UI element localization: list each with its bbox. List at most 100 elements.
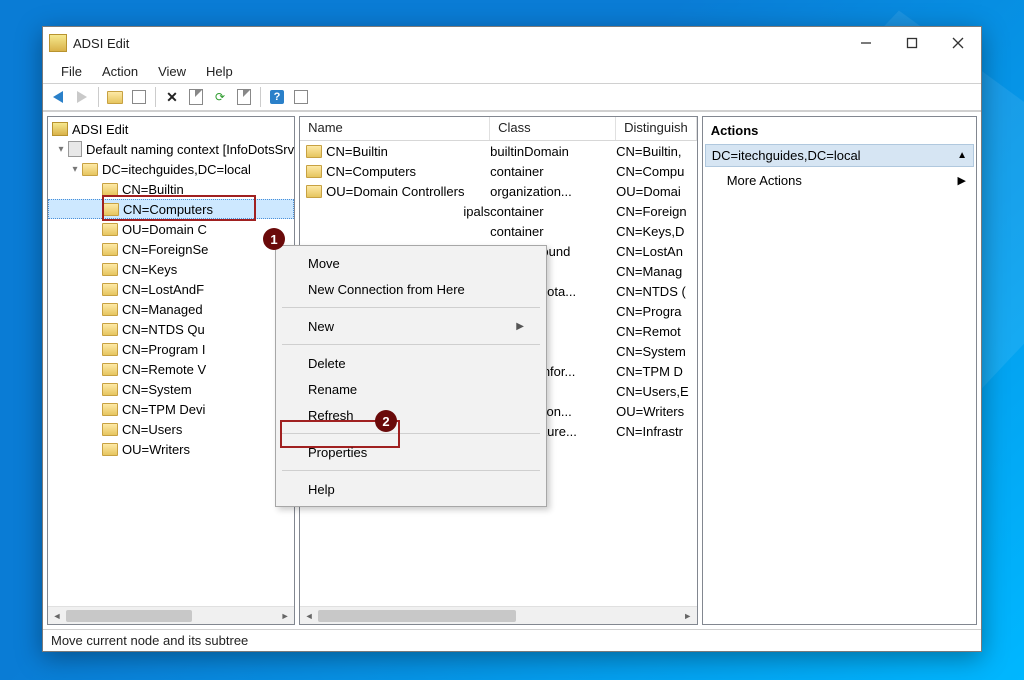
export-list-button[interactable] [233,86,255,108]
list-row[interactable]: ipalscontainerCN=Foreign [300,201,697,221]
tree-node-label: CN=Keys [122,262,177,277]
list-row[interactable]: OU=Domain Controllersorganization...OU=D… [300,181,697,201]
actions-selection-label: DC=itechguides,DC=local [712,148,861,163]
folder-up-icon [107,91,123,104]
cell-dn: CN=NTDS ( [616,284,697,299]
tree-node[interactable]: CN=LostAndF [48,279,294,299]
cell-name: CN=Builtin [326,144,388,159]
tree-node[interactable]: CN=Program I [48,339,294,359]
cell-dn: CN=Progra [616,304,697,319]
tree-node-label: CN=Computers [123,202,213,217]
actions-header: Actions [703,117,976,144]
show-hide-console-button[interactable] [128,86,150,108]
actions-more-label: More Actions [727,173,802,188]
tree-node[interactable]: CN=TPM Devi [48,399,294,419]
help-button[interactable]: ? [266,86,288,108]
context-menu-item[interactable]: Rename [278,376,544,402]
tree-node[interactable]: CN=Computers [48,199,294,219]
close-button[interactable] [935,27,981,59]
cell-dn: CN=System [616,344,697,359]
list-row[interactable]: containerCN=Keys,D [300,221,697,241]
tree-root-label: ADSI Edit [72,122,128,137]
actions-selected-node[interactable]: DC=itechguides,DC=local ▲ [705,144,974,167]
status-text: Move current node and its subtree [51,633,248,648]
list-horizontal-scrollbar[interactable]: ◄ ► [300,606,697,624]
tree-node[interactable]: CN=ForeignSe [48,239,294,259]
context-menu-label: Rename [308,382,357,397]
list-row[interactable]: CN=BuiltinbuiltinDomainCN=Builtin, [300,141,697,161]
adsi-edit-app-icon [49,34,67,52]
scroll-left-button[interactable]: ◄ [48,608,66,624]
maximize-button[interactable] [889,27,935,59]
context-menu-item[interactable]: New Connection from Here [278,276,544,302]
context-menu-item[interactable]: Help [278,476,544,502]
tree-node[interactable]: CN=Keys [48,259,294,279]
context-menu-label: Help [308,482,335,497]
context-menu-separator [282,344,540,345]
scroll-left-button[interactable]: ◄ [300,608,318,624]
menu-view[interactable]: View [150,62,194,81]
menubar: File Action View Help [43,59,981,83]
scroll-right-button[interactable]: ► [276,608,294,624]
tree-node[interactable]: CN=Users [48,419,294,439]
menu-file[interactable]: File [53,62,90,81]
tree-node[interactable]: CN=NTDS Qu [48,319,294,339]
collapse-up-icon[interactable]: ▲ [957,150,967,161]
list-row[interactable]: CN=ComputerscontainerCN=Compu [300,161,697,181]
toolbar-separator [155,87,156,107]
window-title: ADSI Edit [73,36,843,51]
refresh-button[interactable]: ⟳ [209,86,231,108]
properties-button[interactable] [185,86,207,108]
tree-node[interactable]: OU=Writers [48,439,294,459]
delete-icon: ✕ [164,89,180,105]
cell-class: container [490,224,616,239]
context-menu-item[interactable]: New▶ [278,313,544,339]
toolbar: ✕ ⟳ ? [43,83,981,111]
tree-node[interactable]: CN=Builtin [48,179,294,199]
callout-marker-2: 2 [375,410,397,432]
context-menu-item[interactable]: Properties [278,439,544,465]
tree-node[interactable]: CN=Remote V [48,359,294,379]
expand-icon[interactable]: ▾ [54,144,68,155]
actions-more-actions[interactable]: More Actions ▶ [703,167,976,188]
console-tree-pane: ADSI Edit ▾ Default naming context [Info… [47,116,295,625]
up-folder-button[interactable] [104,86,126,108]
adsi-edit-window: ADSI Edit File Action View Help ✕ ⟳ [42,26,982,652]
column-header-class[interactable]: Class [490,117,616,140]
tree-node[interactable]: CN=Managed [48,299,294,319]
tree-domain[interactable]: ▾ DC=itechguides,DC=local [48,159,294,179]
cell-class: container [490,204,616,219]
tree-node-label: CN=Managed [122,302,203,317]
tree-horizontal-scrollbar[interactable]: ◄ ► [48,606,294,624]
column-header-name[interactable]: Name [300,117,490,140]
folder-icon [102,283,118,296]
folder-icon [102,263,118,276]
cell-dn: CN=Users,E [616,384,697,399]
tree-context-label: Default naming context [InfoDotsSrv [86,142,294,157]
forward-button[interactable] [71,86,93,108]
calendar-button[interactable] [290,86,312,108]
context-menu-item[interactable]: Refresh [278,402,544,428]
back-button[interactable] [47,86,69,108]
minimize-button[interactable] [843,27,889,59]
menu-action[interactable]: Action [94,62,146,81]
cell-dn: CN=Keys,D [616,224,697,239]
tree-naming-context[interactable]: ▾ Default naming context [InfoDotsSrv [48,139,294,159]
tree-node-label: CN=Builtin [122,182,184,197]
folder-icon [102,423,118,436]
context-menu-separator [282,433,540,434]
chevron-right-icon: ▶ [958,174,966,187]
scroll-right-button[interactable]: ► [679,608,697,624]
context-menu-item[interactable]: Move [278,250,544,276]
export-icon [237,89,251,105]
column-header-dn[interactable]: Distinguish [616,117,697,140]
tree-node[interactable]: CN=System [48,379,294,399]
tree-root[interactable]: ADSI Edit [48,119,294,139]
menu-help[interactable]: Help [198,62,241,81]
context-menu-item[interactable]: Delete [278,350,544,376]
delete-button[interactable]: ✕ [161,86,183,108]
tree-node[interactable]: OU=Domain C [48,219,294,239]
cell-dn: CN=Foreign [616,204,697,219]
folder-icon [102,403,118,416]
expand-icon[interactable]: ▾ [68,164,82,175]
